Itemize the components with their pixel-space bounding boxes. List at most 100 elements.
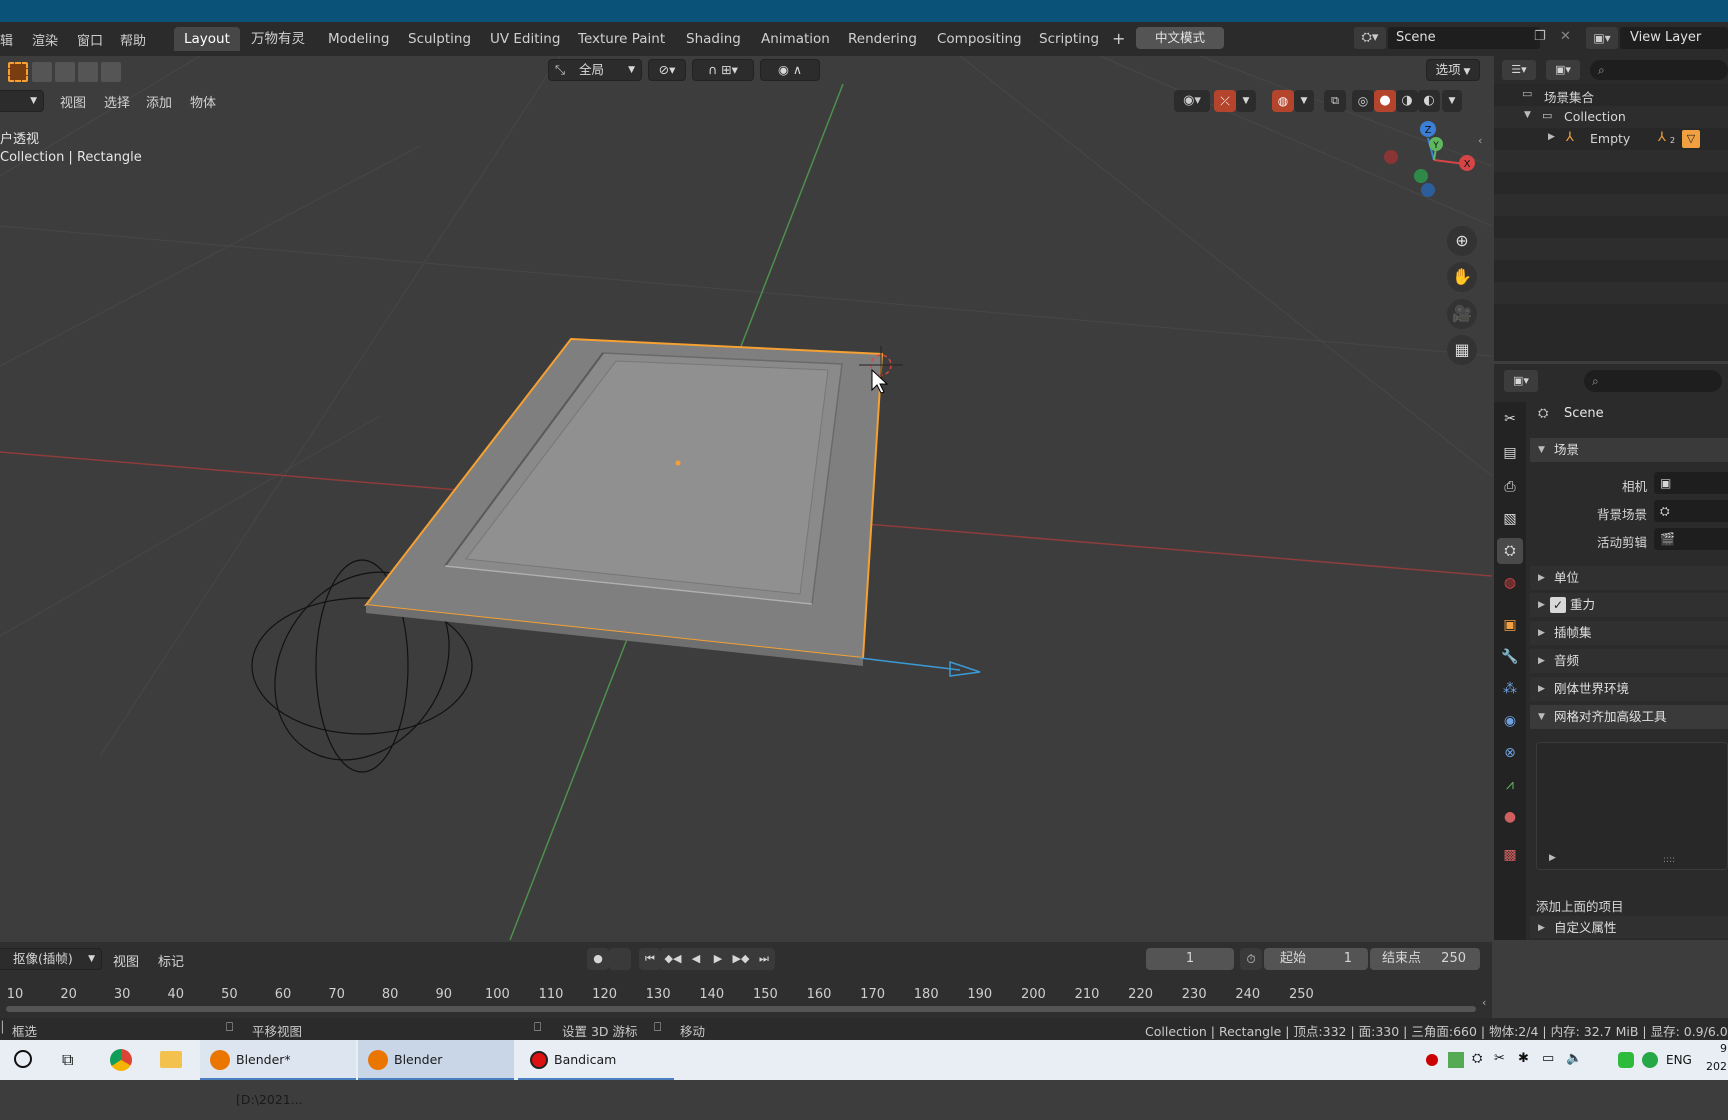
menu-window[interactable]: 窗口 <box>77 30 103 49</box>
menu-edit[interactable]: 辑 <box>0 30 13 49</box>
tab-wanwuyouling[interactable]: 万物有灵 <box>241 27 315 51</box>
clock-date[interactable]: 202 <box>1706 1060 1727 1073</box>
list-resize-handle[interactable]: :::: <box>1663 855 1675 865</box>
chrome-icon[interactable] <box>110 1049 132 1071</box>
menu-select[interactable]: 选择 <box>104 92 130 111</box>
particles-tab-icon[interactable]: ⁂ <box>1497 676 1523 702</box>
select-box-tools[interactable] <box>8 62 122 84</box>
tray-volume-icon[interactable]: 🔈 <box>1566 1051 1582 1066</box>
select-box-icon[interactable] <box>8 62 28 82</box>
gizmo-toggle-icon[interactable]: ⤫ <box>1214 90 1236 112</box>
data-tab-icon[interactable]: ⩘ <box>1497 772 1523 798</box>
editor-type-dropdown[interactable]: ▼ <box>0 90 44 112</box>
file-explorer-icon[interactable] <box>160 1051 182 1068</box>
zoom-icon[interactable]: ⊕ <box>1447 226 1477 256</box>
outliner-search-icon[interactable]: ⌕ <box>1590 60 1728 80</box>
panel-scene[interactable]: ▼ 场景 <box>1530 438 1728 462</box>
panel-rigid-body-world[interactable]: ▶ 刚体世界环境 <box>1530 677 1728 701</box>
render-tab-icon[interactable]: ▤ <box>1497 440 1523 466</box>
add-workspace-button[interactable]: + <box>1108 27 1129 51</box>
tray-tools-icon[interactable]: ✂ <box>1494 1051 1505 1066</box>
task-view-icon[interactable]: ⧉ <box>62 1050 73 1070</box>
shading-solid-icon[interactable]: ● <box>1374 90 1396 112</box>
timeline-sidebar-toggle-icon[interactable]: ‹ <box>1482 996 1486 1009</box>
shading-rendered-icon[interactable]: ◐ <box>1418 90 1440 112</box>
tab-animation[interactable]: Animation <box>751 27 840 51</box>
panel-audio[interactable]: ▶ 音频 <box>1530 649 1728 673</box>
active-clip-field[interactable]: 🎬 <box>1654 528 1728 550</box>
tray-app-icon[interactable]: ⛭ <box>1472 1051 1482 1066</box>
gravity-checkbox[interactable]: ✓ <box>1550 597 1566 613</box>
outliner-editor-icon[interactable]: ☰▾ <box>1502 60 1536 80</box>
properties-editor-icon[interactable]: ▣▾ <box>1504 370 1538 392</box>
visibility-icon[interactable]: ◉▾ <box>1174 90 1210 112</box>
snap-dropdown[interactable]: ∩ ⊞▾ <box>692 59 754 81</box>
panel-units[interactable]: ▶ 单位 <box>1530 566 1728 590</box>
select-intersect-icon[interactable] <box>101 62 121 82</box>
scene-name-field[interactable]: Scene <box>1388 27 1540 49</box>
camera-view-icon[interactable]: 🎥 <box>1447 299 1477 329</box>
constraints-tab-icon[interactable]: ⊗ <box>1497 740 1523 766</box>
view-layer-tab-icon[interactable]: ▧ <box>1497 506 1523 532</box>
menu-view[interactable]: 视图 <box>60 92 86 111</box>
camera-field[interactable]: ▣ <box>1654 472 1728 494</box>
tray-green-icon[interactable] <box>1642 1052 1658 1068</box>
collapse-arrow-icon[interactable]: ▼ <box>1524 110 1531 120</box>
panel-keying-sets[interactable]: ▶ 插帧集 <box>1530 621 1728 645</box>
overlay-dropdown-icon[interactable]: ▼ <box>1294 90 1314 112</box>
chinese-mode-button[interactable]: 中文模式 <box>1136 27 1224 49</box>
tab-modeling[interactable]: Modeling <box>318 27 399 51</box>
taskbar-bandicam[interactable]: Bandicam <box>518 1040 674 1080</box>
start-search-icon[interactable] <box>14 1050 32 1068</box>
transform-orientation-dropdown[interactable]: ⤡ 全局 ▼ <box>548 59 642 81</box>
display-mode-icon[interactable]: ▣▾ <box>1546 60 1580 80</box>
tray-wechat-icon[interactable] <box>1618 1052 1634 1068</box>
pivot-dropdown[interactable]: ⊘▾ <box>648 59 686 81</box>
shading-dropdown-icon[interactable]: ▼ <box>1442 90 1462 112</box>
panel-mesh-align-tools[interactable]: ▼ 网格对齐加高级工具 <box>1530 705 1728 729</box>
scene-tab-icon[interactable]: ⛭ <box>1497 538 1523 564</box>
ortho-toggle-icon[interactable]: ▦ <box>1447 335 1477 365</box>
view-layer-icon[interactable]: ▣▾ <box>1586 27 1618 49</box>
menu-add[interactable]: 添加 <box>146 92 172 111</box>
modifier-tab-icon[interactable]: 🔧 <box>1497 644 1523 670</box>
delete-scene-icon[interactable]: ✕ <box>1560 29 1571 44</box>
physics-tab-icon[interactable]: ◉ <box>1497 708 1523 734</box>
tab-compositing[interactable]: Compositing <box>927 27 1032 51</box>
texture-tab-icon[interactable]: ▩ <box>1497 842 1523 868</box>
output-tab-icon[interactable]: ⎙ <box>1497 474 1523 500</box>
tab-shading[interactable]: Shading <box>676 27 751 51</box>
xray-icon[interactable]: ⧉ <box>1324 90 1346 112</box>
3d-viewport[interactable]: Z Y X ⤡ 全局 ▼ ⊘▾ ∩ ⊞▾ ◉ ∧ 选项 ▼ ▼ 视图 选择 添加… <box>0 56 1492 940</box>
list-expand-icon[interactable]: ▶ <box>1549 853 1556 863</box>
tool-tab-icon[interactable]: ✂ <box>1497 406 1523 432</box>
select-extend-icon[interactable] <box>32 62 52 82</box>
scene-icon[interactable]: ⛭▾ <box>1354 27 1386 49</box>
pan-hand-icon[interactable]: ✋ <box>1447 262 1477 292</box>
tab-layout[interactable]: Layout <box>174 27 240 51</box>
tab-scripting[interactable]: Scripting <box>1029 27 1109 51</box>
clock-time[interactable]: 9 <box>1720 1042 1727 1055</box>
shading-wireframe-icon[interactable]: ◎ <box>1352 90 1374 112</box>
taskbar-blender[interactable]: Blender <box>358 1040 514 1080</box>
material-tab-icon[interactable]: ● <box>1497 804 1523 830</box>
tray-display-icon[interactable]: ▭ <box>1542 1051 1554 1066</box>
proportional-edit[interactable]: ◉ ∧ <box>760 59 820 81</box>
timeline-scrollbar[interactable] <box>6 1006 1476 1012</box>
tab-sculpting[interactable]: Sculpting <box>398 27 481 51</box>
shading-material-icon[interactable]: ◑ <box>1396 90 1418 112</box>
input-language[interactable]: ENG <box>1666 1053 1692 1067</box>
sidebar-toggle-icon[interactable]: ‹ <box>1478 134 1482 147</box>
tab-uv-editing[interactable]: UV Editing <box>480 27 570 51</box>
world-tab-icon[interactable]: ◍ <box>1497 570 1523 596</box>
tray-record-icon[interactable] <box>1426 1054 1438 1066</box>
tray-bluetooth-icon[interactable]: ✱ <box>1518 1051 1529 1066</box>
taskbar-blender-file[interactable]: Blender* [D:\2021... <box>200 1040 356 1107</box>
properties-search-icon[interactable]: ⌕ <box>1584 370 1722 392</box>
menu-render[interactable]: 渲染 <box>32 30 58 49</box>
mesh-align-list[interactable]: ▶ :::: <box>1536 742 1728 870</box>
gizmo-dropdown-icon[interactable]: ▼ <box>1236 90 1256 112</box>
expand-arrow-icon[interactable]: ▶ <box>1548 132 1555 142</box>
tab-rendering[interactable]: Rendering <box>838 27 927 51</box>
tray-nvidia-icon[interactable] <box>1448 1052 1464 1068</box>
